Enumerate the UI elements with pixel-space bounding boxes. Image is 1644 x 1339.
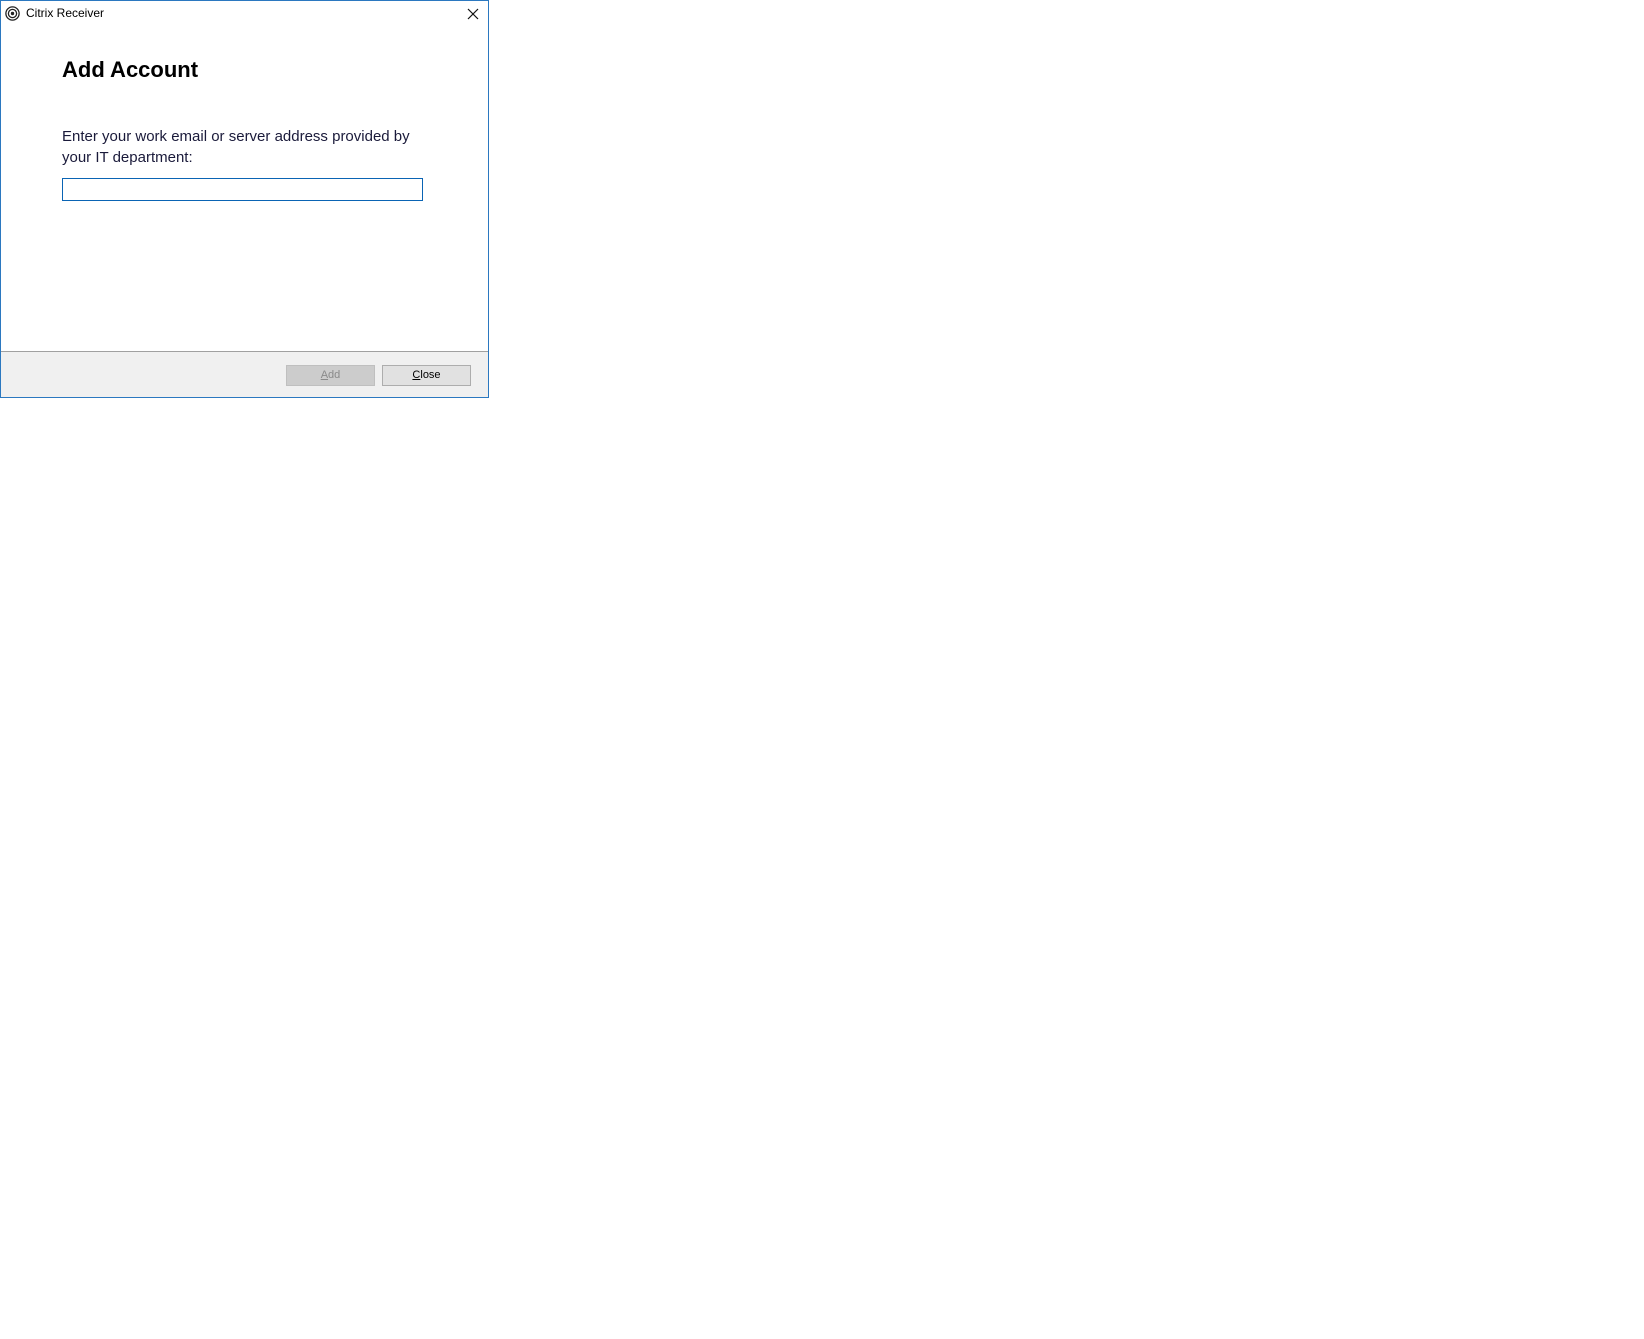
title-bar[interactable]: Citrix Receiver xyxy=(1,1,488,27)
close-icon xyxy=(467,8,479,20)
dialog-content: Add Account Enter your work email or ser… xyxy=(1,27,488,352)
address-prompt-label: Enter your work email or server address … xyxy=(62,128,410,166)
citrix-receiver-icon xyxy=(5,6,20,21)
close-button[interactable]: Close xyxy=(382,365,471,386)
add-account-window: Citrix Receiver Add Account Enter your w… xyxy=(0,0,489,398)
dialog-footer: Add Close xyxy=(1,351,488,397)
add-button[interactable]: Add xyxy=(286,365,375,386)
window-title: Citrix Receiver xyxy=(26,6,105,20)
page-title: Add Account xyxy=(62,57,199,82)
add-button-label: dd xyxy=(328,369,341,381)
close-button-label: lose xyxy=(420,369,441,381)
email-or-server-address-input[interactable] xyxy=(62,178,423,201)
add-button-accelerator: A xyxy=(320,369,329,381)
window-close-button[interactable] xyxy=(461,3,485,25)
